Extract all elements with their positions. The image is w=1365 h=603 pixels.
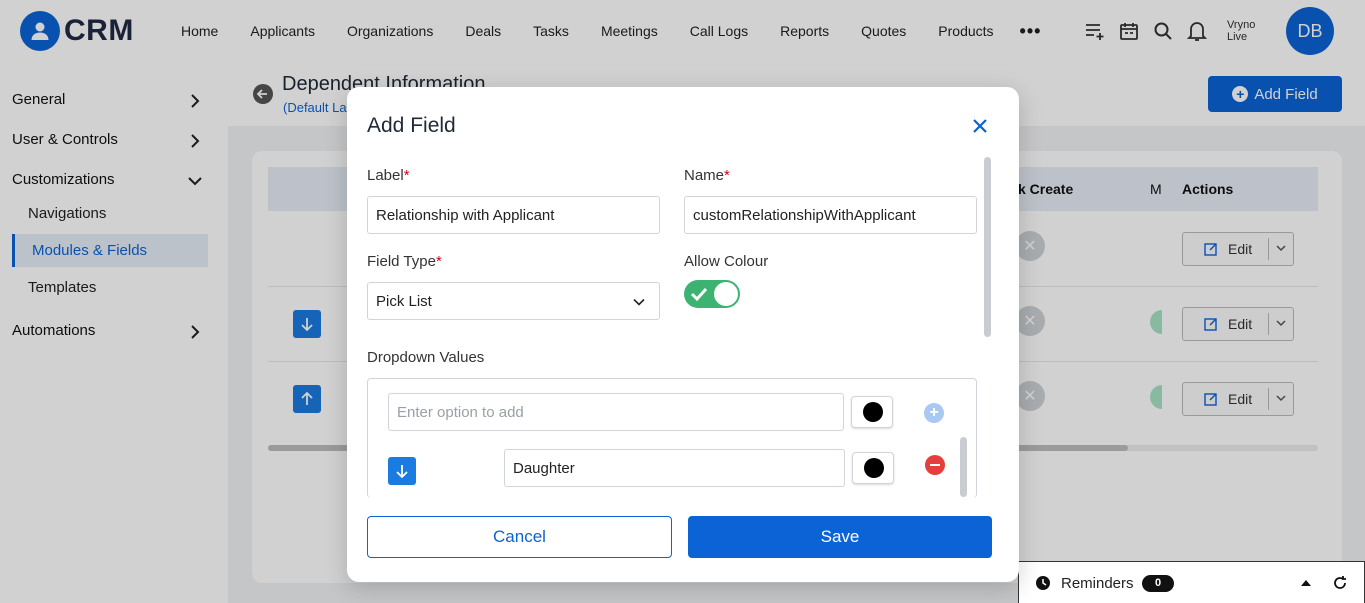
name-input[interactable]: customRelationshipWithApplicant — [684, 196, 977, 234]
allow-colour-toggle[interactable] — [684, 280, 740, 308]
color-picker-button[interactable] — [852, 452, 894, 484]
option-input[interactable]: Enter option to add — [388, 393, 844, 431]
refresh-icon[interactable] — [1332, 575, 1348, 591]
chevron-down-icon — [633, 298, 645, 306]
caret-up-icon[interactable] — [1300, 579, 1312, 587]
cancel-button[interactable]: Cancel — [367, 516, 672, 558]
modal-scrollbar[interactable] — [984, 157, 991, 337]
name-field-label: Name* — [684, 167, 730, 184]
dropdown-values-label: Dropdown Values — [367, 349, 485, 366]
field-type-label: Field Type* — [367, 253, 442, 270]
remove-option-icon[interactable] — [925, 455, 945, 475]
add-option-icon[interactable]: + — [924, 403, 944, 423]
label-input[interactable]: Relationship with Applicant — [367, 196, 660, 234]
save-button[interactable]: Save — [688, 516, 992, 558]
color-picker-button[interactable] — [851, 396, 893, 428]
clock-icon — [1036, 576, 1050, 590]
reminders-count-badge: 0 — [1142, 575, 1174, 592]
dropdown-values-scrollbar[interactable] — [960, 437, 967, 497]
modal-title: Add Field — [367, 114, 456, 137]
field-type-select[interactable]: Pick List — [367, 282, 660, 320]
option-value-input[interactable]: Daughter — [504, 449, 845, 487]
move-down-button[interactable] — [388, 457, 416, 485]
label-field-label: Label* — [367, 167, 410, 184]
close-icon[interactable] — [971, 117, 989, 135]
check-icon — [690, 287, 708, 302]
allow-colour-label: Allow Colour — [684, 253, 769, 270]
add-field-modal: Add Field Label* Relationship with Appli… — [347, 87, 1019, 582]
reminders-bar[interactable]: Reminders 0 — [1018, 561, 1365, 603]
